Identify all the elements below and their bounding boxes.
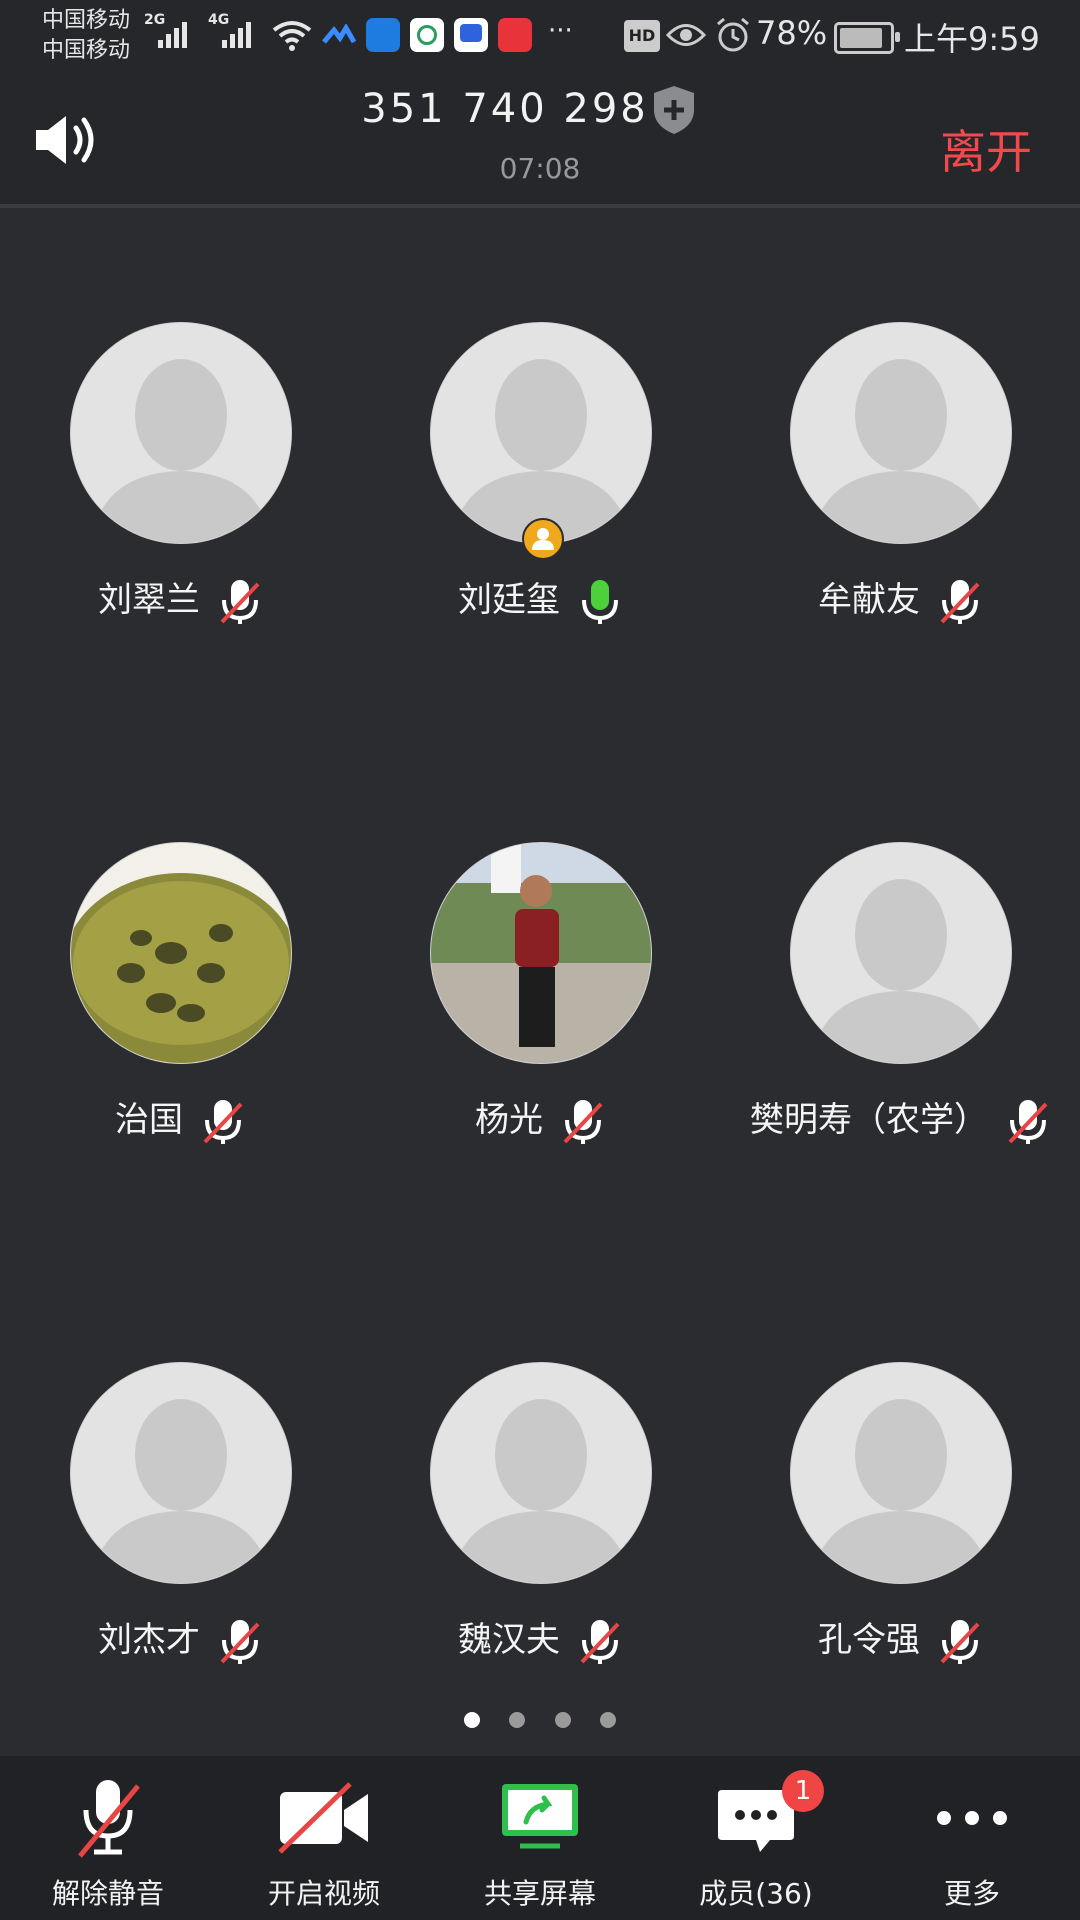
participant-name-row: 牟献友	[720, 572, 1080, 626]
security-app-icon	[366, 18, 400, 52]
alarm-icon	[717, 17, 749, 52]
browser-app-icon	[410, 18, 444, 52]
members-label: 成员(36)	[699, 1877, 813, 1910]
eye-icon	[666, 24, 706, 46]
members-badge: 1	[782, 1770, 824, 1812]
more-label: 更多	[943, 1877, 1000, 1910]
participant-tile[interactable]: 牟献友	[720, 322, 1080, 842]
video-label: 开启视频	[267, 1877, 380, 1910]
page-dot[interactable]	[554, 1712, 571, 1728]
participant-avatar[interactable]	[70, 322, 292, 544]
participant-name: 刘廷玺	[458, 580, 560, 620]
host-badge-icon	[522, 518, 564, 560]
unmute-button[interactable]: 解除静音	[0, 1756, 216, 1920]
page-dot[interactable]	[464, 1712, 481, 1728]
participant-name-row: 孔令强	[720, 1612, 1080, 1666]
participant-avatar[interactable]	[430, 322, 652, 544]
participant-tile[interactable]: 樊明寿（农学）	[720, 842, 1080, 1362]
participant-avatar[interactable]	[790, 1362, 1012, 1584]
participant-name-row: 樊明寿（农学）	[720, 1092, 1080, 1146]
shield-icon[interactable]	[652, 84, 696, 136]
participant-avatar[interactable]	[430, 842, 652, 1064]
mic-muted-icon	[78, 1780, 140, 1858]
participant-name-row: 刘翠兰	[0, 572, 360, 626]
page-indicator[interactable]	[0, 1712, 1080, 1732]
participant-avatar[interactable]	[70, 842, 292, 1064]
participant-tile[interactable]: 刘廷玺	[360, 322, 720, 842]
unmute-label: 解除静音	[51, 1877, 164, 1910]
share-screen-button[interactable]: 共享屏幕	[432, 1756, 648, 1920]
participant-name: 杨光	[475, 1100, 543, 1140]
more-dots-icon	[937, 1811, 1007, 1825]
participant-name: 刘翠兰	[98, 580, 200, 620]
hd-icon: HD	[624, 20, 660, 52]
more-notifications-icon: ···	[548, 16, 573, 46]
participant-tile[interactable]: 杨光	[360, 842, 720, 1362]
meeting-id-text: 351 740 298	[361, 86, 649, 132]
participant-name: 魏汉夫	[458, 1620, 560, 1660]
participant-name: 刘杰才	[98, 1620, 200, 1660]
participant-name-row: 魏汉夫	[360, 1612, 720, 1666]
participant-name: 牟献友	[818, 580, 920, 620]
meeting-header: 351 740 298 07:08 离开	[0, 72, 1080, 208]
mic-muted-icon	[578, 1618, 622, 1666]
page-dot[interactable]	[509, 1712, 526, 1728]
participant-name: 治国	[115, 1100, 183, 1140]
mic-muted-icon	[938, 1618, 982, 1666]
participant-avatar[interactable]	[790, 322, 1012, 544]
participant-tile[interactable]: 治国	[0, 842, 360, 1362]
participant-avatar[interactable]	[70, 1362, 292, 1584]
mic-muted-icon	[938, 578, 982, 626]
more-button[interactable]: 更多	[864, 1756, 1080, 1920]
participant-name-row: 杨光	[360, 1092, 720, 1146]
mic-muted-icon	[218, 578, 262, 626]
carrier-info: 中国移动 中国移动	[42, 6, 130, 66]
members-button[interactable]: 1 成员(36)	[648, 1756, 864, 1920]
battery-icon	[834, 22, 900, 54]
share-screen-icon	[502, 1784, 578, 1849]
participant-tile[interactable]: 刘翠兰	[0, 322, 360, 842]
meeting-id: 351 740 298	[0, 86, 1080, 132]
participant-name: 孔令强	[818, 1620, 920, 1660]
share-label: 共享屏幕	[483, 1877, 596, 1910]
status-bar: 中国移动 中国移动 2G 4G ··· HD 78% 上午9:59	[0, 0, 1080, 72]
wifi-icon	[272, 21, 312, 51]
mic-muted-icon	[561, 1098, 605, 1146]
bottom-toolbar: 解除静音 开启视频 共享屏幕 1 成员(36) 更多	[0, 1756, 1080, 1920]
carrier-1: 中国移动	[42, 8, 131, 33]
participant-name-row: 治国	[0, 1092, 360, 1146]
app-notification-icon	[322, 24, 356, 44]
start-video-button[interactable]: 开启视频	[216, 1756, 432, 1920]
participant-name-row: 刘廷玺	[360, 572, 720, 626]
meeting-duration: 07:08	[499, 152, 581, 185]
video-off-icon	[278, 1782, 368, 1854]
participant-avatar[interactable]	[430, 1362, 652, 1584]
leave-button[interactable]: 离开	[940, 116, 1032, 182]
clock: 上午9:59	[904, 20, 1040, 58]
carrier-2: 中国移动	[42, 38, 131, 63]
mall-app-icon	[498, 18, 532, 52]
mic-muted-icon	[201, 1098, 245, 1146]
page-dot[interactable]	[599, 1712, 616, 1728]
mic-muted-icon	[218, 1618, 262, 1666]
participant-avatar[interactable]	[790, 842, 1012, 1064]
baidu-app-icon	[454, 18, 488, 52]
participant-name-row: 刘杰才	[0, 1612, 360, 1666]
mic-active-icon	[578, 578, 622, 626]
battery-percent: 78%	[756, 14, 828, 52]
participant-name: 樊明寿（农学）	[750, 1100, 988, 1140]
mic-muted-icon	[1006, 1098, 1050, 1146]
